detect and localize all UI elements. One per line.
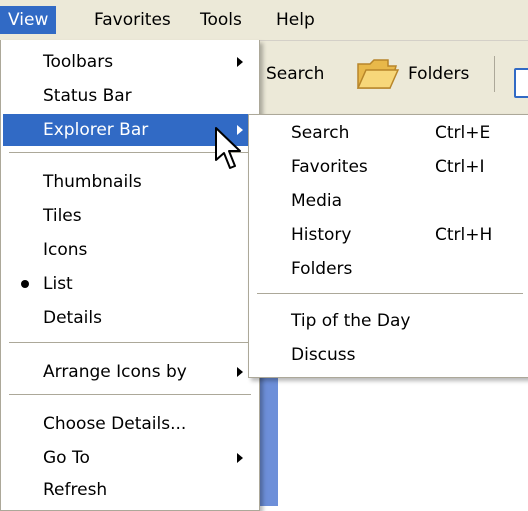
menu-separator xyxy=(9,342,251,343)
menu-view[interactable]: View xyxy=(0,6,57,34)
menu-item-details[interactable]: Details xyxy=(3,302,257,334)
menu-favorites[interactable]: Favorites xyxy=(86,6,179,34)
menu-item-status-bar[interactable]: Status Bar xyxy=(3,80,257,112)
menu-item-arrange-icons-by[interactable]: Arrange Icons by xyxy=(3,356,257,388)
submenu-item-favorites[interactable]: Favorites Ctrl+I xyxy=(251,151,528,183)
menu-item-icons[interactable]: Icons xyxy=(3,234,257,266)
radio-bullet-icon xyxy=(21,280,29,288)
shortcut-label: Ctrl+H xyxy=(435,225,493,245)
menu-separator xyxy=(257,293,523,294)
submenu-item-media[interactable]: Media xyxy=(251,185,528,217)
menu-item-list[interactable]: List xyxy=(3,268,257,300)
submenu-item-folders[interactable]: Folders xyxy=(251,253,528,285)
menu-item-go-to[interactable]: Go To xyxy=(3,442,257,474)
toolbar-folders-button[interactable]: Folders xyxy=(408,64,469,84)
explorer-bar-submenu: Search Ctrl+E Favorites Ctrl+I Media His… xyxy=(248,114,528,378)
shortcut-label: Ctrl+I xyxy=(435,157,485,177)
menu-separator xyxy=(9,394,251,395)
folder-icon xyxy=(356,59,400,89)
menu-item-toolbars[interactable]: Toolbars xyxy=(3,46,257,78)
menu-bar: View Favorites Tools Help xyxy=(0,0,528,41)
menu-item-tiles[interactable]: Tiles xyxy=(3,200,257,232)
submenu-item-discuss[interactable]: Discuss xyxy=(251,339,528,371)
submenu-item-search[interactable]: Search Ctrl+E xyxy=(251,117,528,149)
submenu-arrow-icon xyxy=(237,57,243,67)
view-menu: Toolbars Status Bar Explorer Bar Thumbna… xyxy=(0,40,260,511)
menu-item-refresh[interactable]: Refresh xyxy=(3,474,257,506)
shortcut-label: Ctrl+E xyxy=(435,123,491,143)
submenu-item-tip-of-the-day[interactable]: Tip of the Day xyxy=(251,305,528,337)
submenu-item-history[interactable]: History Ctrl+H xyxy=(251,219,528,251)
menu-item-choose-details[interactable]: Choose Details... xyxy=(3,408,257,440)
menu-help[interactable]: Help xyxy=(268,6,323,34)
background-task-pane xyxy=(258,374,278,506)
toolbar-search-button[interactable]: Search xyxy=(266,64,324,84)
views-icon[interactable] xyxy=(514,68,528,98)
submenu-arrow-icon xyxy=(237,453,243,463)
menu-tools[interactable]: Tools xyxy=(192,6,250,34)
background-toolbar: Search Folders xyxy=(258,40,528,117)
toolbar-separator xyxy=(494,56,495,92)
submenu-arrow-icon xyxy=(237,367,243,377)
mouse-cursor-icon xyxy=(215,127,241,169)
